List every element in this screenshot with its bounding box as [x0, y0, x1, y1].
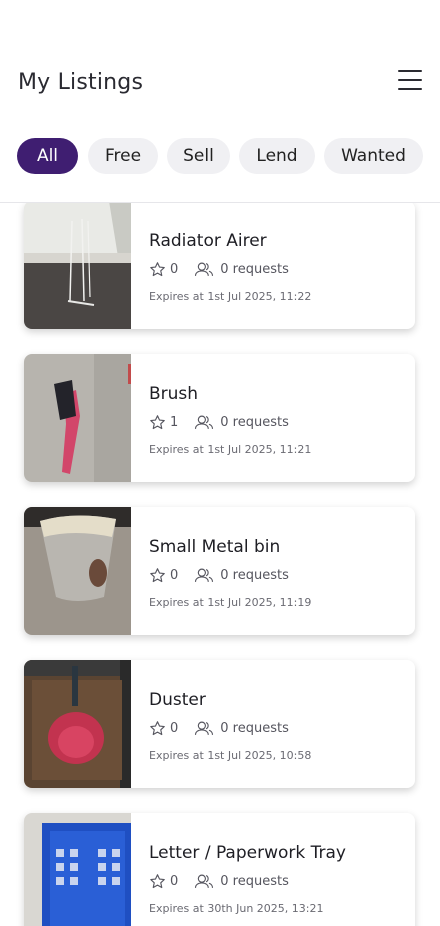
filter-bar: All Free Sell Lend Wanted [0, 112, 440, 203]
listing-thumbnail [24, 660, 131, 788]
filter-chip-lend[interactable]: Lend [239, 138, 315, 174]
expiry-text: Expires at 1st Jul 2025, 11:22 [149, 290, 312, 303]
filter-chip-wanted[interactable]: Wanted [324, 138, 423, 174]
star-count: 1 [170, 415, 179, 430]
listing-card[interactable]: Radiator Airer 0 0 requests Expires at 1… [24, 203, 415, 329]
listing-card[interactable]: Small Metal bin 0 0 requests Expires at … [24, 507, 415, 635]
request-count: 0 requests [220, 568, 289, 583]
listing-title: Small Metal bin [149, 537, 281, 557]
listing-thumbnail [24, 203, 131, 329]
users-icon [195, 262, 214, 276]
listing-thumbnail [24, 354, 131, 482]
listing-stats: 0 0 requests [149, 261, 289, 278]
listings-list: Radiator Airer 0 0 requests Expires at 1… [0, 203, 440, 926]
page-title: My Listings [18, 70, 144, 95]
star-count: 0 [170, 568, 179, 583]
filter-chip-sell[interactable]: Sell [167, 138, 230, 174]
users-icon [195, 415, 214, 429]
listing-title: Radiator Airer [149, 231, 267, 251]
filter-chip-free[interactable]: Free [88, 138, 158, 174]
listing-stats: 0 0 requests [149, 567, 289, 584]
star-icon [150, 568, 165, 583]
star-count: 0 [170, 721, 179, 736]
users-icon [195, 721, 214, 735]
listing-thumbnail [24, 813, 131, 926]
filter-chip-all[interactable]: All [17, 138, 78, 174]
star-count: 0 [170, 262, 179, 277]
expiry-text: Expires at 1st Jul 2025, 11:21 [149, 443, 312, 456]
app-header: My Listings [0, 0, 440, 113]
expiry-text: Expires at 30th Jun 2025, 13:21 [149, 902, 324, 915]
listing-stats: 0 0 requests [149, 720, 289, 737]
star-icon [150, 874, 165, 889]
hamburger-menu-icon[interactable] [398, 70, 422, 90]
star-count: 0 [170, 874, 179, 889]
request-count: 0 requests [220, 874, 289, 889]
listing-thumbnail [24, 507, 131, 635]
listing-stats: 1 0 requests [149, 414, 289, 431]
users-icon [195, 874, 214, 888]
listing-card[interactable]: Duster 0 0 requests Expires at 1st Jul 2… [24, 660, 415, 788]
star-icon [150, 415, 165, 430]
listing-card[interactable]: Letter / Paperwork Tray 0 0 requests Exp… [24, 813, 415, 926]
expiry-text: Expires at 1st Jul 2025, 10:58 [149, 749, 312, 762]
star-icon [150, 262, 165, 277]
listing-title: Duster [149, 690, 206, 710]
request-count: 0 requests [220, 721, 289, 736]
listing-title: Brush [149, 384, 199, 404]
listing-title: Letter / Paperwork Tray [149, 843, 346, 863]
request-count: 0 requests [220, 262, 289, 277]
listing-card[interactable]: Brush 1 0 requests Expires at 1st Jul 20… [24, 354, 415, 482]
expiry-text: Expires at 1st Jul 2025, 11:19 [149, 596, 312, 609]
star-icon [150, 721, 165, 736]
users-icon [195, 568, 214, 582]
listing-stats: 0 0 requests [149, 873, 289, 890]
request-count: 0 requests [220, 415, 289, 430]
